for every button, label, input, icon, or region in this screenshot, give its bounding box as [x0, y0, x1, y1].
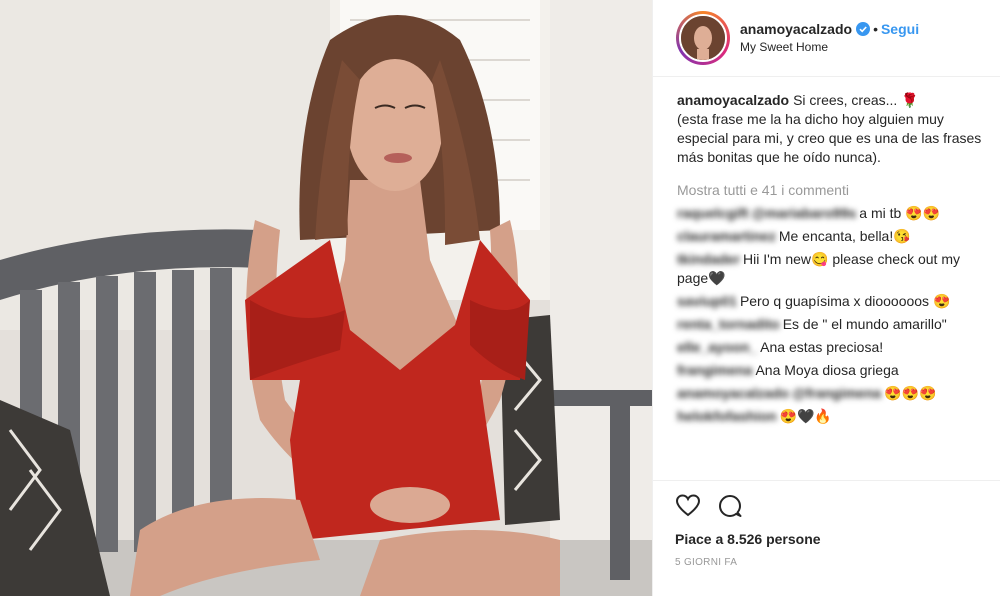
comment-text: Es de " el mundo amarillo" [782, 316, 947, 332]
comment-text: Ana Moya diosa griega [755, 362, 899, 378]
comment-username[interactable]: saviup01 [677, 293, 737, 309]
comment-item: clauramartinez Me encanta, bella!😘 [677, 227, 986, 246]
header-top-row: anamoyacalzado • Segui [740, 20, 919, 38]
caption-username[interactable]: anamoyacalzado [677, 92, 789, 108]
comment-mention[interactable]: @mariabaro99s [752, 205, 857, 221]
comment-item: tkindader Hii I'm new😋 please check out m… [677, 250, 986, 288]
avatar[interactable] [676, 11, 730, 65]
comment-username[interactable]: tkindader [677, 251, 740, 267]
comment-icon[interactable] [717, 493, 743, 519]
comment-text: Ana estas preciosa! [760, 339, 884, 355]
separator-dot: • [873, 21, 878, 37]
comment-item: renta_tornadito Es de " el mundo amarillo… [677, 315, 986, 334]
header-text: anamoyacalzado • Segui My Sweet Home [740, 20, 919, 56]
avatar-image [679, 14, 727, 62]
comment-username[interactable]: clauramartinez [677, 228, 776, 244]
post-header: anamoyacalzado • Segui My Sweet Home [653, 0, 1000, 77]
comment-item: raquelcgift @mariabaro99s a mi tb 😍😍 [677, 204, 986, 223]
comment-item: frangimena Ana Moya diosa griega [677, 361, 986, 380]
likes-count[interactable]: Piace a 8.526 persone [675, 531, 984, 547]
comment-mention[interactable]: @frangimena [792, 385, 881, 401]
comment-item: elle_ayoon_ Ana estas preciosa! [677, 338, 986, 357]
avatar-illustration [681, 16, 725, 60]
comment-username[interactable]: anamoyacalzado [677, 385, 789, 401]
location-link[interactable]: My Sweet Home [740, 38, 919, 56]
comment-text: a mi tb 😍😍 [859, 205, 941, 221]
comment-text: 😍😍😍 [884, 385, 937, 401]
comment-item: helokfofashion 😍🖤🔥 [677, 407, 986, 426]
comments-section: anamoyacalzado Si crees, creas... 🌹 (esta… [653, 77, 1000, 481]
comment-username[interactable]: helokfofashion [677, 408, 777, 424]
caption: anamoyacalzado Si crees, creas... 🌹 (esta… [677, 91, 986, 167]
header-username[interactable]: anamoyacalzado [740, 20, 852, 38]
comment-text: Me encanta, bella!😘 [778, 228, 911, 244]
post-sidebar: anamoyacalzado • Segui My Sweet Home ana… [652, 0, 1000, 596]
comment-item: saviup01 Pero q guapísima x dioooooos 😍 [677, 292, 986, 311]
follow-button[interactable]: Segui [881, 20, 919, 38]
heart-icon[interactable] [675, 493, 701, 519]
verified-badge-icon [856, 22, 871, 36]
post-photo[interactable] [0, 0, 652, 596]
post-actions: Piace a 8.526 persone 5 giorni fa [653, 480, 1000, 568]
comment-item: anamoyacalzado @frangimena 😍😍😍 [677, 384, 986, 403]
post-timestamp[interactable]: 5 giorni fa [675, 557, 984, 568]
comment-username[interactable]: elle_ayoon_ [677, 339, 757, 355]
action-icons [675, 489, 984, 523]
photo-illustration [0, 0, 652, 596]
comment-username[interactable]: renta_tornadito [677, 316, 780, 332]
comment-text: 😍🖤🔥 [779, 408, 832, 424]
show-all-comments-link[interactable]: Mostra tutti e 41 i commenti [677, 181, 986, 200]
comment-username[interactable]: frangimena [677, 362, 752, 378]
comment-username[interactable]: raquelcgift [677, 205, 749, 221]
comment-text: Pero q guapísima x dioooooos 😍 [739, 293, 951, 309]
instagram-post: anamoyacalzado • Segui My Sweet Home ana… [0, 0, 1000, 596]
